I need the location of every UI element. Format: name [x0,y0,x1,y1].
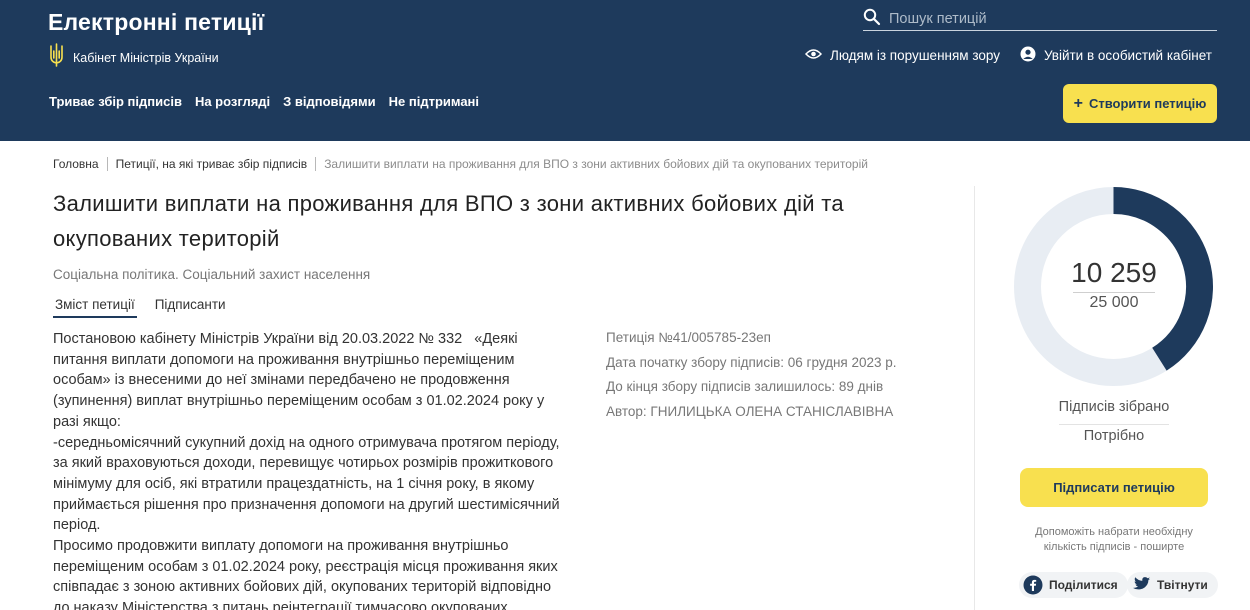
nav-item-answered[interactable]: З відповідями [283,94,375,109]
share-facebook-label: Поділитися [1049,578,1118,592]
org-label: Кабінет Міністрів України [73,50,219,65]
petition-title: Залишити виплати на проживання для ВПО з… [53,191,844,251]
breadcrumb-separator [315,157,317,171]
twitter-icon [1131,575,1151,595]
create-petition-label: Створити петицію [1088,96,1207,111]
site-title[interactable]: Електронні петиції [48,9,264,36]
signatures-collected-label: Підписів зібрано [1058,399,1170,415]
petition-category: Соціальна політика. Соціальний захист на… [53,267,371,282]
petition-author: Автор: ГНИЛИЦЬКА ОЛЕНА СТАНІСЛАВІВНА [606,403,894,419]
search-box [863,8,1217,31]
signatures-collected-count: 10 259 [1071,257,1157,288]
share-facebook-button[interactable]: Поділитися [1019,572,1128,598]
main-nav: Триває збір підписів На розгляді З відпо… [49,94,479,109]
breadcrumb-current: Залишити виплати на проживання для ВПО з… [324,157,868,171]
share-twitter-button[interactable]: Твітнути [1127,572,1218,598]
top-links: Людям із порушенням зору Увійти в особис… [804,46,1212,65]
org-block[interactable]: Кабінет Міністрів України [48,43,219,72]
nav-item-collecting[interactable]: Триває збір підписів [49,94,182,109]
site-header: Електронні петиції Кабінет Міністрів Укр… [0,0,1250,141]
petition-start-date: Дата початку збору підписів: 06 грудня 2… [606,354,897,370]
sign-petition-button[interactable]: Підписати петицію [1020,468,1208,507]
label-divider [1059,424,1169,425]
petition-tabs: Зміст петиції Підписанти [53,297,228,318]
facebook-icon [1023,575,1043,595]
breadcrumb-home[interactable]: Головна [53,157,99,171]
breadcrumb-collecting[interactable]: Петиції, на які триває збір підписів [116,157,308,171]
trident-icon [48,43,65,72]
nav-item-under-review[interactable]: На розгляді [195,94,270,109]
plus-icon: + [1073,94,1083,112]
signatures-needed-label: Потрібно [1083,428,1145,444]
accessibility-label: Людям із порушенням зору [829,48,1000,63]
petition-meta: Петиція №41/005785-23еп Дата початку збо… [606,326,897,424]
user-icon [1020,46,1036,65]
petition-days-left: До кінця збору підписів залишилось: 89 д… [606,379,884,394]
eye-icon [804,48,822,63]
nav-item-not-supported[interactable]: Не підтримані [389,94,479,109]
signatures-goal-count: 25 000 [1089,294,1139,311]
login-link[interactable]: Увійти в особистий кабінет [1020,46,1212,65]
breadcrumb-separator [106,157,108,171]
share-twitter-label: Твітнути [1157,578,1208,592]
share-help-text: Допоможіть набрати необхідну кількість п… [1035,526,1193,553]
search-input[interactable] [889,11,1189,27]
accessibility-link[interactable]: Людям із порушенням зору [804,48,1000,63]
tab-signers[interactable]: Підписанти [153,297,228,318]
count-divider [1073,292,1155,293]
tab-content[interactable]: Зміст петиції [53,297,137,318]
petition-body: Постановою кабінету Міністрів України ві… [53,331,560,610]
sidebar-divider [974,186,975,610]
breadcrumb: Головна Петиції, на які триває збір підп… [53,157,868,171]
petition-number: Петиція №41/005785-23еп [606,330,771,345]
create-petition-button[interactable]: + Створити петицію [1063,84,1217,123]
login-label: Увійти в особистий кабінет [1043,48,1212,63]
search-icon[interactable] [863,8,881,31]
